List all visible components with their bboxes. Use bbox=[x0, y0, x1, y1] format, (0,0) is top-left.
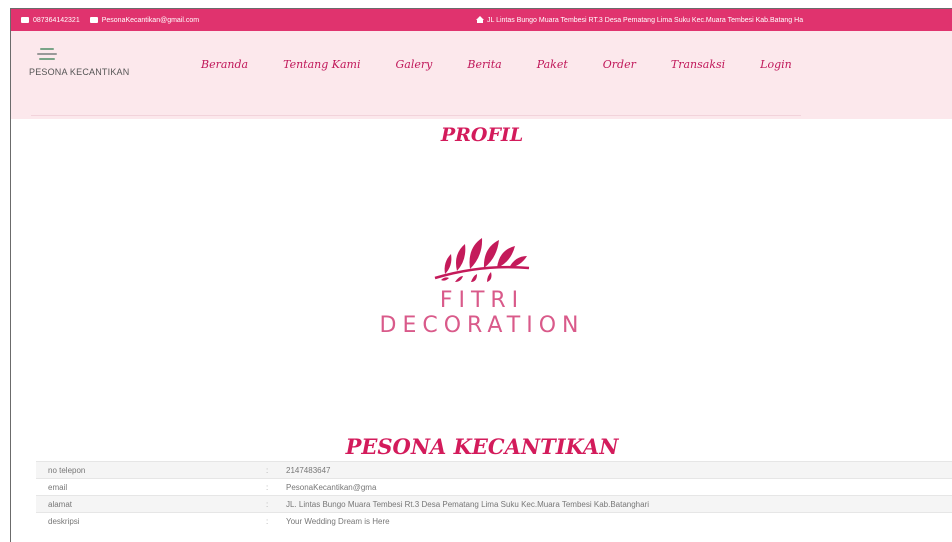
row-label: email bbox=[36, 478, 266, 496]
table-row: no telepon : 2147483647 bbox=[36, 461, 952, 479]
row-separator: : bbox=[266, 478, 286, 496]
profile-info-table: no telepon : 2147483647 email : PesonaKe… bbox=[36, 461, 952, 530]
email-contact: PesonaKecantikan@gmail.com bbox=[89, 16, 200, 24]
company-title: PESONA KECANTIKAN bbox=[345, 434, 619, 459]
company-logo: FITRI DECORATION bbox=[11, 234, 952, 338]
row-value: 2147483647 bbox=[286, 461, 952, 479]
address-contact: JL Lintas Bungo Muara Tembesi RT.3 Desa … bbox=[476, 9, 803, 31]
table-row: alamat : JL. Lintas Bungo Muara Tembesi … bbox=[36, 495, 952, 513]
phone-icon bbox=[21, 17, 29, 23]
row-separator: : bbox=[266, 495, 286, 513]
phone-number: 087364142321 bbox=[33, 16, 80, 24]
header-navbar: PESONA KECANTIKAN Beranda Tentang Kami G… bbox=[11, 31, 952, 119]
logo-text: PESONA KECANTIKAN bbox=[29, 67, 130, 77]
address-text: JL Lintas Bungo Muara Tembesi RT.3 Desa … bbox=[487, 16, 804, 24]
envelope-icon bbox=[89, 17, 98, 23]
logo-icon bbox=[37, 45, 57, 63]
browser-page: 087364142321 PesonaKecantikan@gmail.com … bbox=[10, 8, 952, 542]
nav-tentang-kami[interactable]: Tentang Kami bbox=[283, 58, 360, 71]
row-label: no telepon bbox=[36, 461, 266, 479]
nav-transaksi[interactable]: Transaksi bbox=[671, 58, 725, 71]
row-separator: : bbox=[266, 512, 286, 530]
brand-name-line1: FITRI bbox=[439, 288, 525, 313]
contact-topbar: 087364142321 PesonaKecantikan@gmail.com … bbox=[11, 9, 952, 31]
row-label: alamat bbox=[36, 495, 266, 513]
brand-name-line2: DECORATION bbox=[379, 313, 585, 338]
nav-login[interactable]: Login bbox=[760, 58, 792, 71]
row-value: PesonaKecantikan@gma bbox=[286, 478, 952, 496]
main-nav: Beranda Tentang Kami Galery Berita Paket… bbox=[201, 58, 827, 71]
row-value: JL. Lintas Bungo Muara Tembesi Rt.3 Desa… bbox=[286, 495, 952, 513]
nav-paket[interactable]: Paket bbox=[537, 58, 568, 71]
row-separator: : bbox=[266, 461, 286, 479]
nav-beranda[interactable]: Beranda bbox=[201, 58, 248, 71]
nav-galery[interactable]: Galery bbox=[396, 58, 433, 71]
nav-berita[interactable]: Berita bbox=[467, 58, 501, 71]
nav-divider bbox=[31, 115, 801, 116]
site-logo[interactable]: PESONA KECANTIKAN bbox=[29, 45, 169, 77]
row-value: Your Wedding Dream is Here bbox=[286, 512, 952, 530]
table-row: email : PesonaKecantikan@gma bbox=[36, 478, 952, 496]
table-row: deskripsi : Your Wedding Dream is Here bbox=[36, 512, 952, 530]
page-title: PROFIL bbox=[440, 124, 524, 146]
email-address: PesonaKecantikan@gmail.com bbox=[101, 16, 200, 24]
leaf-icon bbox=[434, 238, 530, 282]
home-icon bbox=[476, 16, 484, 23]
row-label: deskripsi bbox=[36, 512, 266, 530]
nav-order[interactable]: Order bbox=[603, 58, 636, 71]
phone-contact: 087364142321 bbox=[21, 17, 80, 24]
